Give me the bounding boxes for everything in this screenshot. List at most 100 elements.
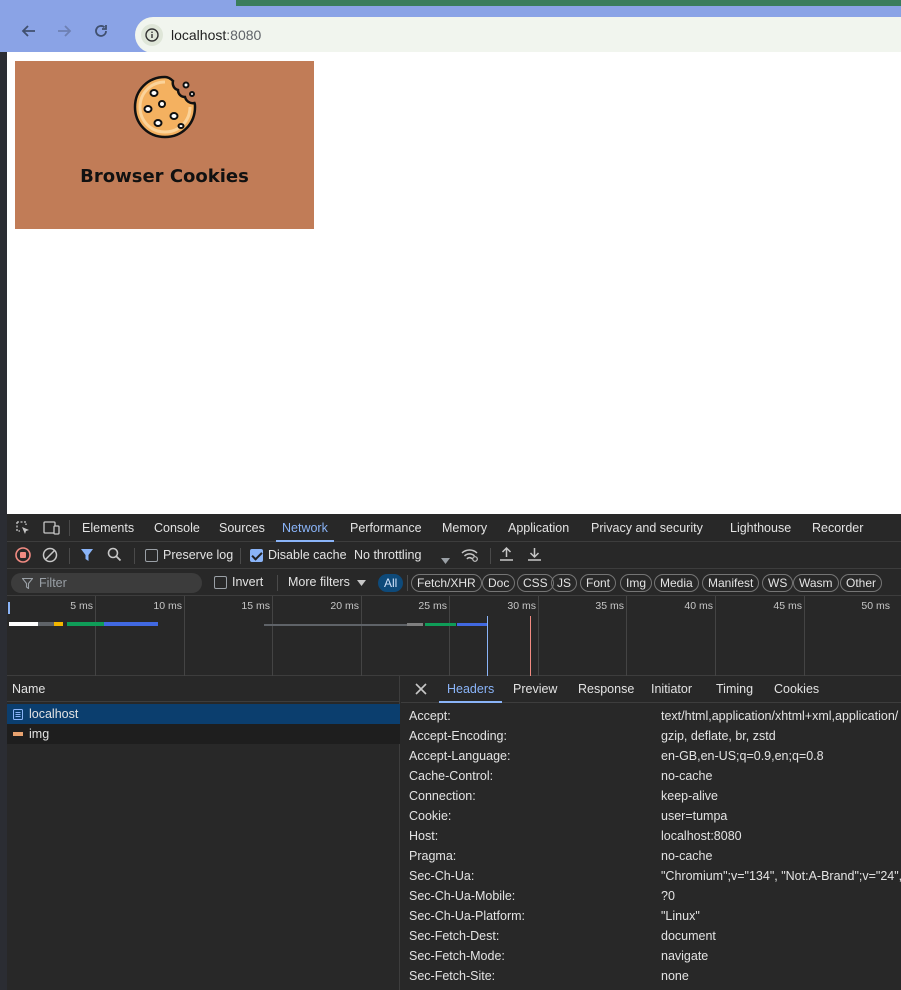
- tick-label: 40 ms: [684, 600, 713, 612]
- tab-memory[interactable]: Memory: [442, 514, 487, 542]
- throttling-value: No throttling: [354, 548, 422, 562]
- header-row[interactable]: Sec-Ch-Ua-Mobile: ?0: [401, 886, 901, 906]
- disable-cache-label: Disable cache: [268, 548, 347, 562]
- header-row[interactable]: Sec-Fetch-Dest: document: [401, 926, 901, 946]
- waterfall-img-queueing: [264, 624, 407, 626]
- throttling-select[interactable]: No throttling: [354, 548, 421, 562]
- inspect-element-icon[interactable]: [15, 520, 31, 539]
- header-row[interactable]: Accept: text/html,application/xhtml+xml,a…: [401, 706, 901, 726]
- more-filters-label: More filters: [288, 575, 350, 589]
- header-value: "Linux": [661, 909, 700, 923]
- tab-lighthouse[interactable]: Lighthouse: [730, 514, 791, 542]
- header-row[interactable]: Cache-Control: no-cache: [401, 766, 901, 786]
- request-list: Name localhost img: [7, 676, 400, 990]
- request-row-img[interactable]: img: [7, 724, 400, 744]
- export-har-icon[interactable]: [527, 546, 542, 565]
- header-row[interactable]: Pragma: no-cache: [401, 846, 901, 866]
- info-icon[interactable]: [141, 24, 163, 46]
- filter-input[interactable]: Filter: [11, 573, 202, 593]
- header-name: Sec-Fetch-Dest:: [409, 929, 500, 943]
- reload-button[interactable]: [90, 20, 112, 42]
- tab-recorder[interactable]: Recorder: [812, 514, 863, 542]
- chip-doc[interactable]: Doc: [482, 574, 516, 592]
- device-toolbar-icon[interactable]: [43, 520, 61, 539]
- cookie-banner-image: Browser Cookies: [15, 61, 314, 229]
- import-har-icon[interactable]: [499, 546, 514, 565]
- tab-privacy-security[interactable]: Privacy and security: [591, 514, 703, 542]
- tab-elements[interactable]: Elements: [82, 514, 134, 542]
- header-value: "Chromium";v="134", "Not:A-Brand";v="24"…: [661, 869, 901, 883]
- tick-label: 30 ms: [507, 600, 536, 612]
- close-icon[interactable]: [415, 683, 427, 698]
- header-row[interactable]: Cookie: user=tumpa: [401, 806, 901, 826]
- record-stop-icon[interactable]: [15, 547, 31, 566]
- header-row[interactable]: Sec-Ch-Ua-Platform: "Linux": [401, 906, 901, 926]
- tick-line: [538, 596, 539, 676]
- preserve-log-label: Preserve log: [163, 548, 234, 562]
- header-name: Connection:: [409, 789, 476, 803]
- tab-console[interactable]: Console: [154, 514, 200, 542]
- address-bar[interactable]: localhost:8080: [135, 17, 901, 53]
- header-row[interactable]: Sec-Fetch-Site: none: [401, 966, 901, 986]
- header-name: Pragma:: [409, 849, 457, 863]
- filter-divider: [277, 575, 278, 591]
- chevron-down-icon: [357, 580, 367, 586]
- tab-application[interactable]: Application: [508, 514, 569, 542]
- cookie-icon: [133, 75, 197, 139]
- header-value: no-cache: [661, 849, 713, 863]
- tab-initiator[interactable]: Initiator: [651, 676, 692, 703]
- tab-network[interactable]: Network: [276, 514, 334, 542]
- tab-headers[interactable]: Headers: [438, 676, 503, 703]
- header-row[interactable]: Sec-Ch-Ua: "Chromium";v="134", "Not:A-Bra…: [401, 866, 901, 886]
- chip-wasm[interactable]: Wasm: [793, 574, 839, 592]
- more-filters-button[interactable]: More filters: [288, 575, 367, 589]
- clear-icon[interactable]: [42, 547, 58, 566]
- tab-preview[interactable]: Preview: [513, 676, 557, 703]
- image-icon: [13, 732, 23, 736]
- header-name: Host:: [409, 829, 439, 843]
- waterfall-dns: [54, 622, 63, 626]
- header-row[interactable]: Accept-Encoding: gzip, deflate, br, zstd: [401, 726, 901, 746]
- toolbar-divider: [134, 548, 135, 564]
- chip-ws[interactable]: WS: [762, 574, 794, 592]
- request-row-localhost[interactable]: localhost: [7, 704, 400, 724]
- header-row[interactable]: Sec-Fetch-Mode: navigate: [401, 946, 901, 966]
- preserve-log-checkbox[interactable]: [145, 549, 158, 562]
- chip-manifest[interactable]: Manifest: [702, 574, 760, 592]
- chip-img[interactable]: Img: [620, 574, 653, 592]
- chip-media[interactable]: Media: [654, 574, 699, 592]
- tab-response[interactable]: Response: [578, 676, 634, 703]
- invert-checkbox[interactable]: [214, 576, 227, 589]
- header-row[interactable]: Accept-Language: en-GB,en-US;q=0.9,en;q=0…: [401, 746, 901, 766]
- chip-all[interactable]: All: [378, 574, 404, 592]
- header-value: document: [661, 929, 716, 943]
- tab-performance[interactable]: Performance: [350, 514, 422, 542]
- waterfall-waiting: [67, 622, 104, 626]
- tab-cookies[interactable]: Cookies: [774, 676, 819, 703]
- url-host: localhost: [171, 27, 227, 43]
- header-row[interactable]: Host: localhost:8080: [401, 826, 901, 846]
- network-conditions-icon[interactable]: [461, 547, 479, 566]
- name-column-header[interactable]: Name: [7, 676, 400, 702]
- search-icon[interactable]: [107, 547, 122, 565]
- chip-css[interactable]: CSS: [517, 574, 554, 592]
- header-value: gzip, deflate, br, zstd: [661, 729, 776, 743]
- back-button[interactable]: [18, 20, 40, 42]
- header-name: Sec-Fetch-Mode:: [409, 949, 505, 963]
- header-row[interactable]: Connection: keep-alive: [401, 786, 901, 806]
- tab-timing[interactable]: Timing: [716, 676, 753, 703]
- tab-sources[interactable]: Sources: [219, 514, 265, 542]
- chip-fetch-xhr[interactable]: Fetch/XHR: [411, 574, 482, 592]
- header-value: navigate: [661, 949, 709, 963]
- disable-cache-checkbox[interactable]: [250, 549, 263, 562]
- waterfall-img-download: [457, 623, 487, 626]
- network-overview-timeline[interactable]: 5 ms 10 ms 15 ms 20 ms 25 ms 30 ms 35 ms…: [7, 596, 901, 676]
- filter-divider: [407, 575, 408, 591]
- chip-js[interactable]: JS: [551, 574, 578, 592]
- forward-button[interactable]: [53, 20, 75, 42]
- chip-other[interactable]: Other: [840, 574, 883, 592]
- chip-font[interactable]: Font: [580, 574, 617, 592]
- chevron-down-icon[interactable]: [441, 553, 450, 567]
- filter-funnel-icon[interactable]: [80, 548, 94, 565]
- tick-label: 50 ms: [861, 600, 890, 612]
